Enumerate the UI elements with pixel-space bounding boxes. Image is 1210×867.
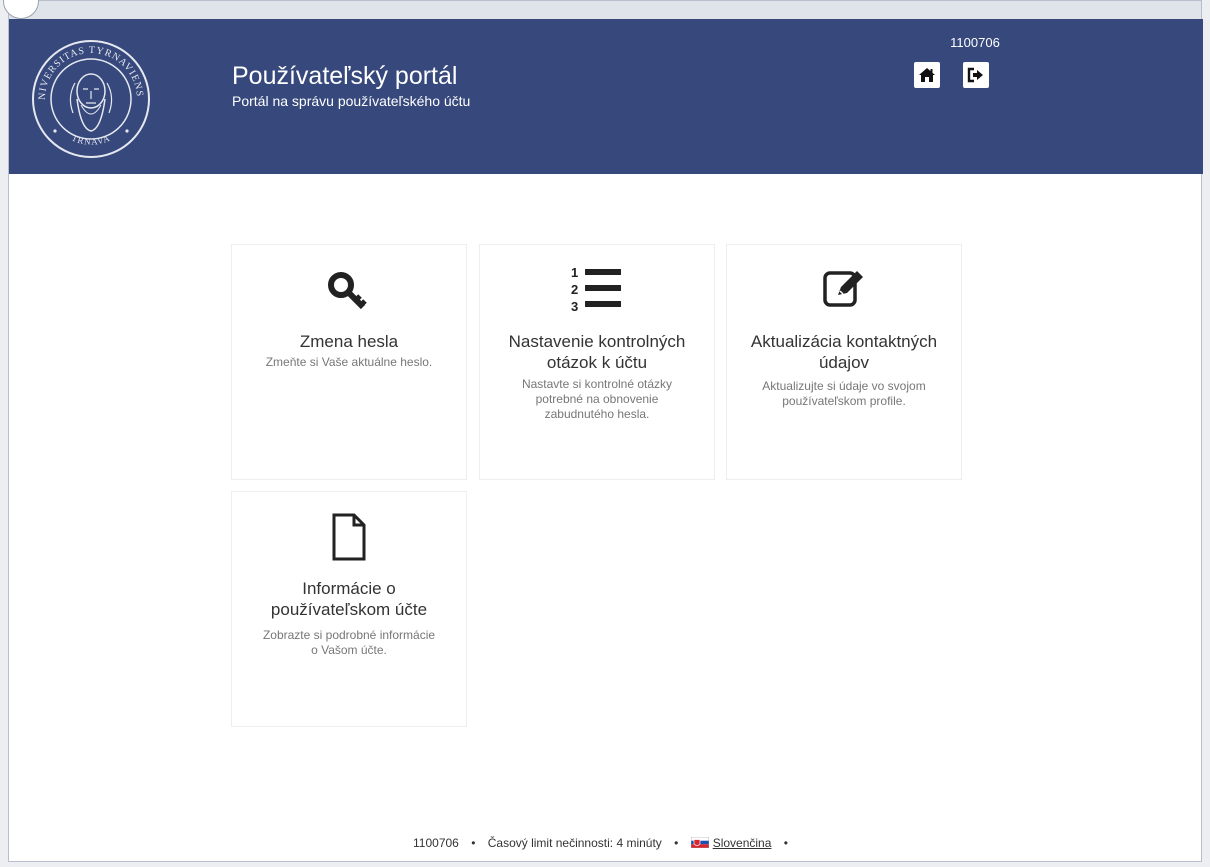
- university-seal-logo: UNIVERSITAS TYRNAVIENSIS TRNAVA: [31, 39, 150, 158]
- footer-user-id: 1100706: [413, 836, 459, 850]
- page-title: Používateľský portál: [232, 62, 458, 90]
- page-subtitle: Portál na správu používateľského účtu: [232, 93, 471, 109]
- tile-account-info[interactable]: Informácie o používateľskom účte Zobrazt…: [231, 491, 467, 727]
- svg-text:3: 3: [571, 299, 578, 314]
- tile-update-contact[interactable]: Aktualizácia kontaktných údajov Aktualiz…: [726, 244, 962, 480]
- tile-title: Nastavenie kontrolných otázok k účtu: [508, 332, 686, 372]
- footer-separator: •: [674, 836, 679, 850]
- page-header: UNIVERSITAS TYRNAVIENSIS TRNAVA Používat…: [9, 19, 1203, 174]
- page-footer: 1100706 • Časový limit nečinnosti: 4 min…: [9, 836, 1201, 850]
- session-timeout-text: Časový limit nečinnosti: 4 minúty: [487, 836, 662, 850]
- logout-button[interactable]: [963, 62, 989, 88]
- window-top-strip: [9, 1, 1201, 19]
- svg-text:1: 1: [571, 265, 578, 280]
- footer-separator: •: [471, 836, 476, 850]
- tile-change-password[interactable]: Zmena hesla Zmeňte si Vaše aktuálne hesl…: [231, 244, 467, 480]
- browser-window: UNIVERSITAS TYRNAVIENSIS TRNAVA Používat…: [3, 0, 1203, 862]
- svg-text:UNIVERSITAS TYRNAVIENSIS: UNIVERSITAS TYRNAVIENSIS: [31, 39, 145, 100]
- tile-description: Aktualizujte si údaje vo svojom používat…: [762, 379, 926, 408]
- tile-title: Informácie o používateľskom účte: [270, 579, 428, 619]
- svg-text:2: 2: [571, 282, 578, 297]
- tile-description: Nastavte si kontrolné otázky potrebné na…: [521, 377, 673, 421]
- key-icon: [328, 272, 367, 310]
- header-user-id: 1100706: [950, 35, 1000, 50]
- tile-description: Zobrazte si podrobné informácie o Vašom …: [262, 628, 436, 657]
- slovak-flag-icon: [690, 837, 709, 848]
- ordered-list-icon: 1 2 3: [571, 265, 621, 314]
- edit-icon: [823, 271, 863, 307]
- tile-security-questions[interactable]: 1 2 3 Nastavenie kontrolných otázok k úč…: [479, 244, 715, 480]
- language-link[interactable]: Slovenčina: [713, 836, 772, 850]
- file-icon: [332, 513, 366, 561]
- footer-separator: •: [783, 836, 788, 850]
- home-button[interactable]: [914, 62, 940, 88]
- svg-text:TRNAVA: TRNAVA: [70, 133, 112, 147]
- tile-title: Zmena hesla: [299, 332, 399, 351]
- tile-description: Zmeňte si Vaše aktuálne heslo.: [265, 355, 433, 369]
- home-icon: [919, 68, 935, 82]
- tile-title: Aktualizácia kontaktných údajov: [750, 332, 938, 372]
- sign-out-icon: [967, 67, 983, 83]
